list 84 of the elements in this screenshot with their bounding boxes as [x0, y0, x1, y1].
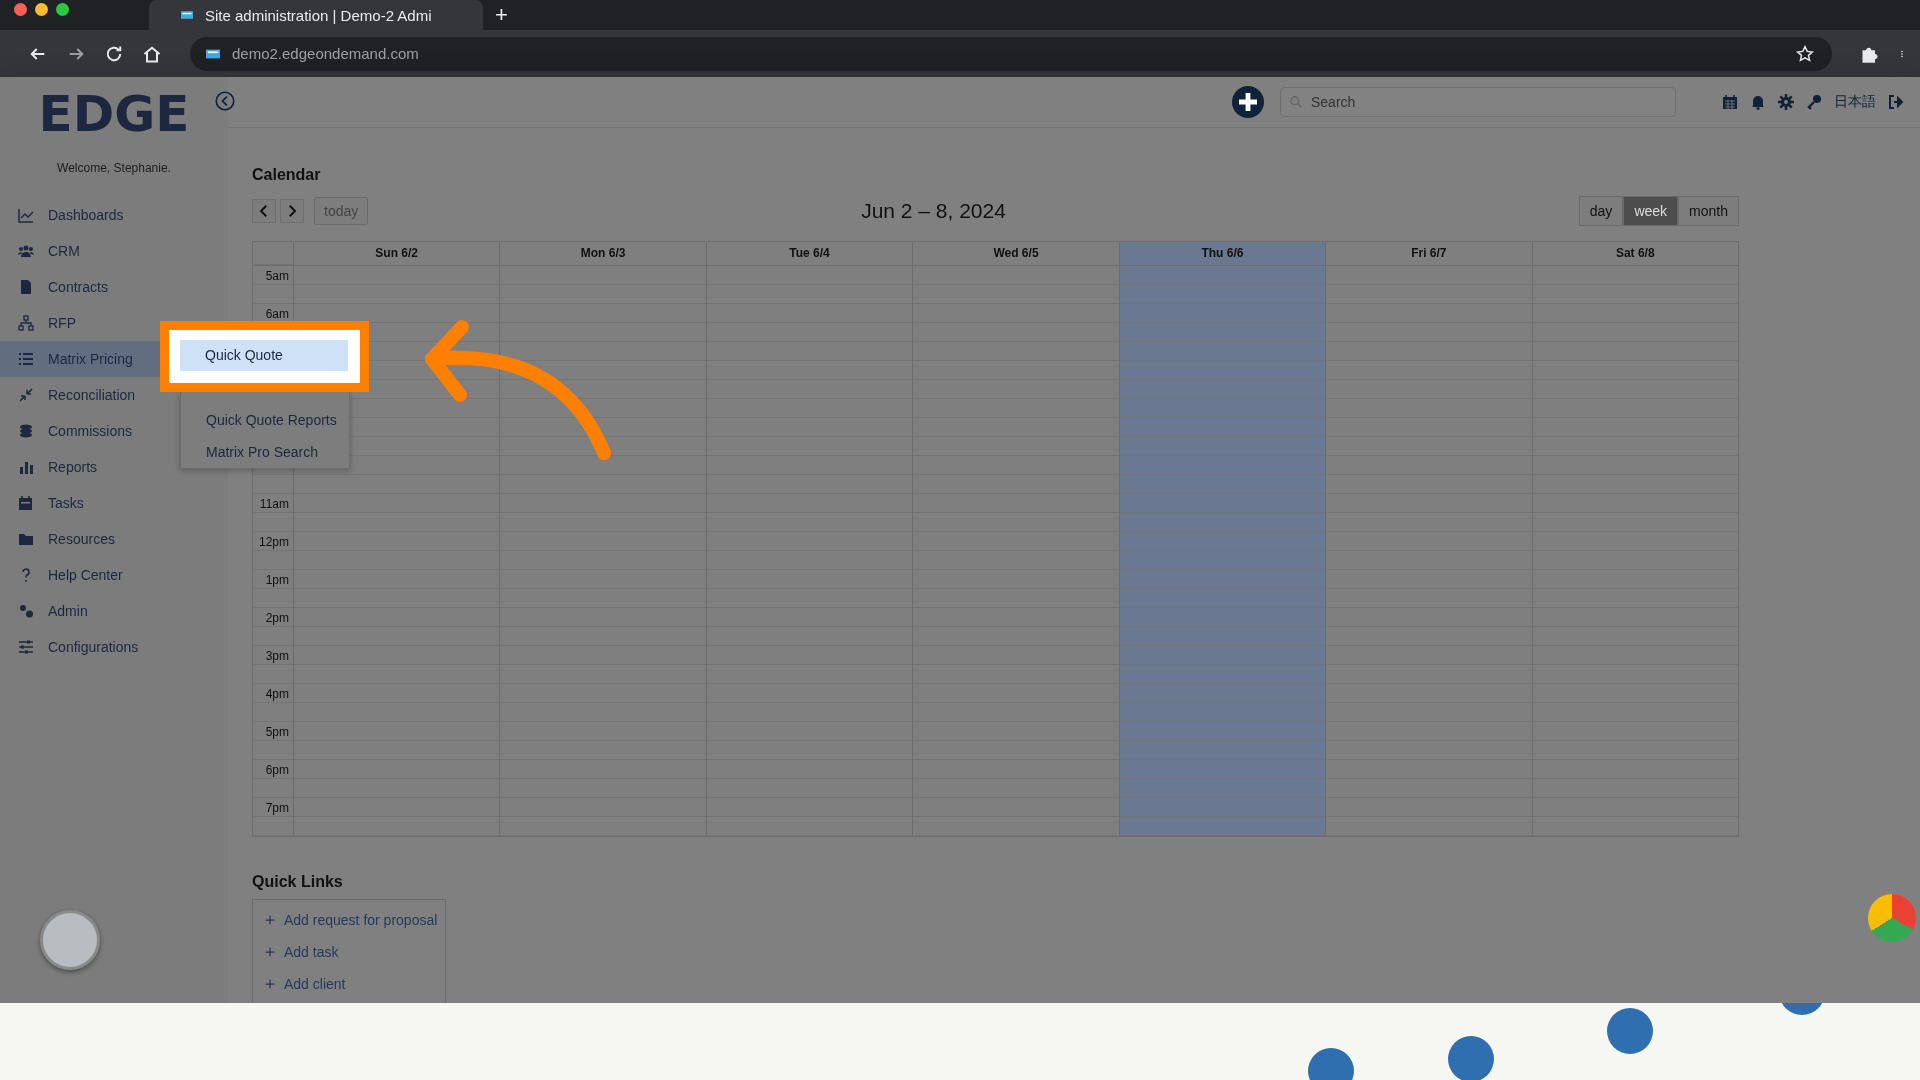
sliders-icon	[18, 639, 34, 655]
view-tab[interactable]: month	[1678, 196, 1739, 226]
logout-icon[interactable]	[1888, 94, 1904, 110]
badge-icon	[40, 910, 100, 970]
site-logo-icon	[179, 9, 195, 21]
sidebar-item[interactable]: Matrix Pricing	[0, 341, 160, 377]
people-icon	[18, 243, 34, 259]
network-icon	[18, 315, 34, 331]
day-header: Fri 6/7	[1325, 242, 1532, 265]
time-label: 12pm	[258, 535, 289, 549]
menu-item[interactable]: Quick Quote	[180, 340, 348, 371]
plus-icon	[265, 947, 275, 957]
address-bar[interactable]: demo2.edgeondemand.com	[190, 36, 1832, 71]
time-label: 1pm	[265, 573, 289, 587]
browser-tab[interactable]: Site administration | Demo-2 Admi	[149, 0, 483, 30]
sidebar-item[interactable]: Dashboards	[0, 197, 160, 233]
gears-icon	[18, 603, 34, 619]
time-label: 11am	[259, 497, 289, 511]
today-button[interactable]: today	[314, 197, 369, 225]
day-header: Tue 6/4	[705, 242, 913, 265]
day-header: Wed 6/5	[912, 242, 1119, 265]
star-icon[interactable]	[1796, 44, 1814, 63]
day-header: Sun 6/2	[293, 242, 500, 265]
time-label: 5am	[265, 269, 289, 283]
calendar-icon[interactable]	[1722, 94, 1738, 110]
time-label: 7pm	[265, 801, 289, 815]
settings-icon[interactable]	[1778, 94, 1794, 110]
quick-link[interactable]: Add request for proposal	[253, 904, 445, 936]
day-header: Mon 6/3	[499, 242, 706, 265]
sidebar-item[interactable]: CRM	[0, 233, 160, 269]
list-icon	[18, 351, 34, 367]
search-icon	[1289, 95, 1303, 109]
sidebar-item[interactable]: Help Center	[0, 557, 160, 593]
view-tab[interactable]: week	[1623, 196, 1679, 226]
bar-chart-icon	[18, 459, 34, 475]
welcome-text: Welcome, Stephanie.	[56, 161, 172, 175]
sidebar-item[interactable]: Admin	[0, 593, 160, 629]
menu-item[interactable]: Quick Quote Reports	[181, 404, 349, 436]
menu-item[interactable]: Matrix Pro Search	[181, 436, 349, 468]
calendar-icon	[18, 495, 34, 511]
sidebar-item[interactable]: Resources	[0, 521, 160, 557]
time-label: 2pm	[265, 611, 289, 625]
time-label: 3pm	[265, 649, 289, 663]
collapse-icon[interactable]	[215, 91, 235, 111]
plus-icon	[265, 915, 275, 925]
sidebar-item[interactable]: Reconciliation	[0, 377, 160, 413]
compress-arrows-icon	[18, 387, 34, 403]
coins-icon	[18, 423, 34, 439]
folder-icon	[18, 531, 34, 547]
time-label: 6am	[265, 307, 289, 321]
previous-button[interactable]	[252, 199, 276, 223]
search-field[interactable]: Search	[1280, 87, 1676, 117]
language-link[interactable]: 日本語	[1834, 93, 1876, 111]
plus-icon	[265, 979, 275, 989]
quick-link[interactable]: Add task	[253, 936, 445, 968]
key-icon[interactable]	[1806, 94, 1822, 110]
decoration-dot	[1607, 1008, 1653, 1054]
sidebar-item[interactable]: RFP	[0, 305, 160, 341]
next-button[interactable]	[280, 199, 304, 223]
sidebar-item[interactable]: Contracts	[0, 269, 160, 305]
sidebar-item[interactable]: Commissions	[0, 413, 160, 449]
sidebar-item[interactable]: Configurations	[0, 629, 160, 665]
document-icon	[18, 279, 34, 295]
line-chart-icon	[18, 207, 34, 223]
window-control-icon[interactable]	[56, 3, 69, 16]
bell-icon[interactable]	[1750, 94, 1766, 110]
window-control-icon[interactable]	[14, 3, 27, 16]
add-icon[interactable]	[1232, 86, 1264, 118]
new-tab-button[interactable]: +	[483, 0, 520, 30]
window-control-icon[interactable]	[35, 3, 48, 16]
time-label: 4pm	[265, 687, 289, 701]
calendar-title: Calendar	[252, 166, 322, 185]
day-header: Sat 6/8	[1531, 242, 1738, 265]
date-range-title: Jun 2 – 8, 2024	[861, 199, 1006, 223]
quick-links-title: Quick Links	[252, 873, 344, 892]
sidebar-item[interactable]: Tasks	[0, 485, 160, 521]
time-label: 6pm	[265, 763, 289, 777]
quick-link[interactable]: Add client	[253, 968, 445, 1000]
day-header: Thu 6/6	[1118, 242, 1326, 265]
logo: EDGE	[38, 89, 190, 139]
sidebar-item[interactable]: Reports	[0, 449, 160, 485]
view-tab[interactable]: day	[1578, 196, 1624, 226]
time-label: 5pm	[265, 725, 289, 739]
decoration-dot	[1448, 1036, 1494, 1080]
